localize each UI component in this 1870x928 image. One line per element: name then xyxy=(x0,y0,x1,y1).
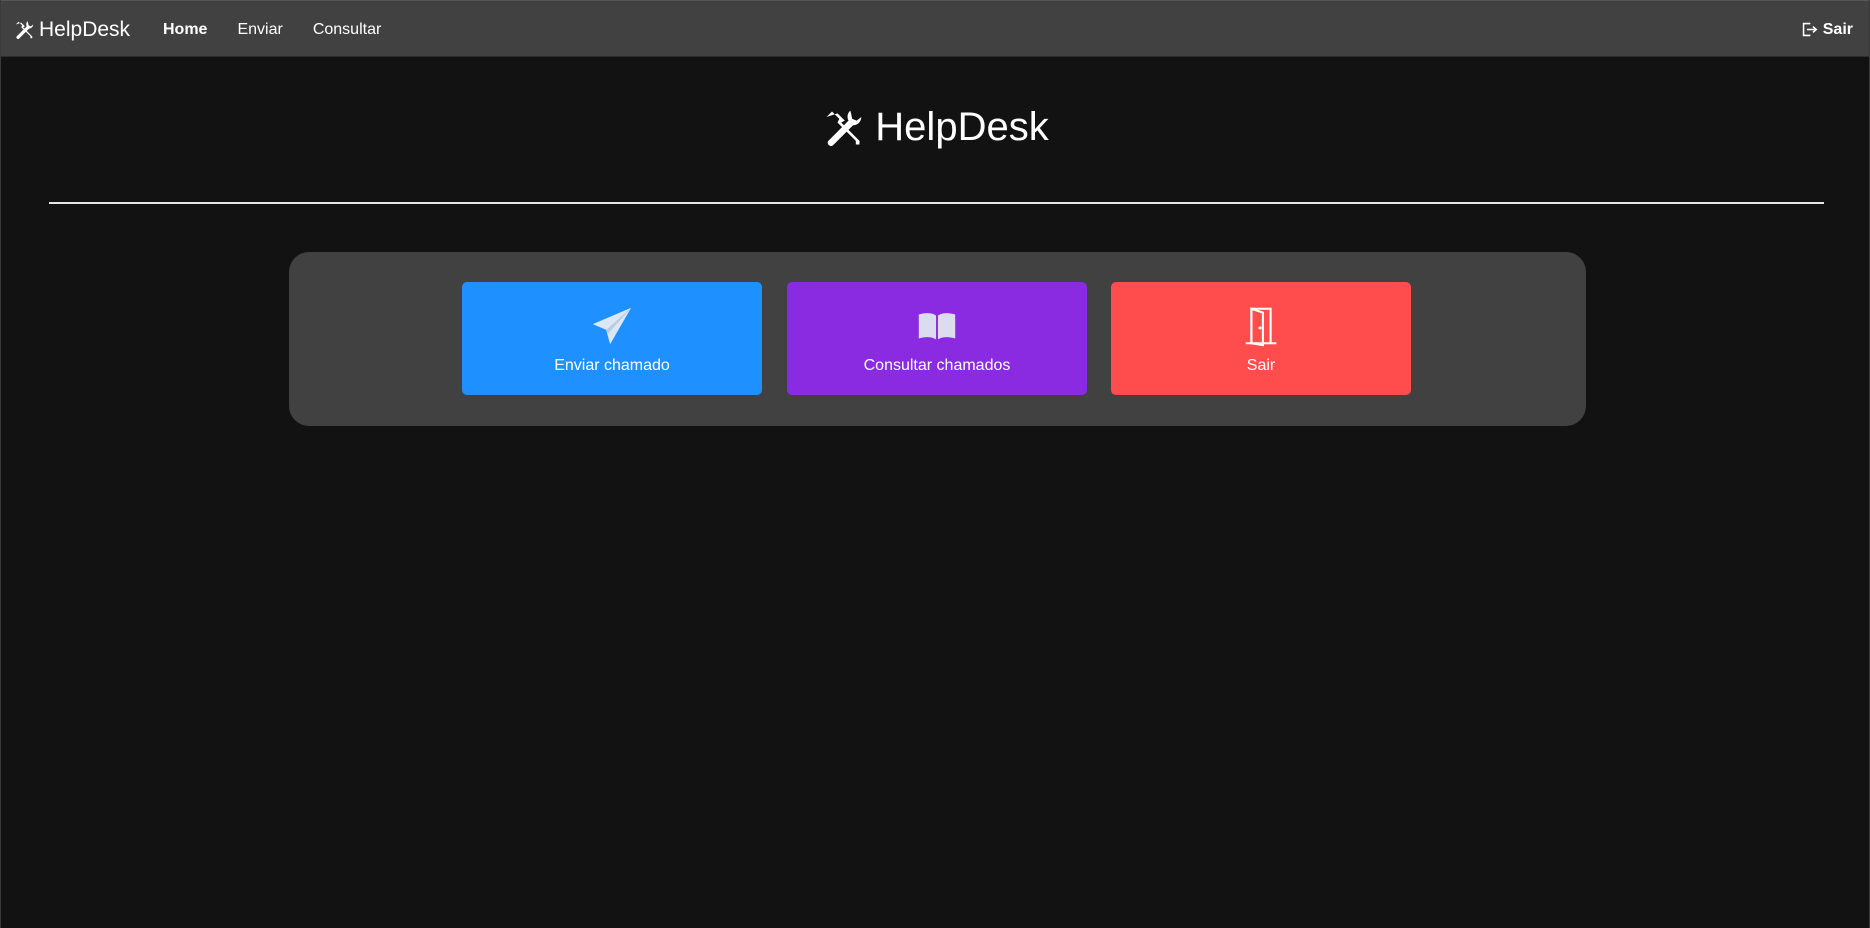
view-tickets-button[interactable]: Consultar chamados xyxy=(787,282,1087,395)
exit-button[interactable]: Sair xyxy=(1111,282,1411,395)
nav-link-home[interactable]: Home xyxy=(148,21,222,39)
view-tickets-label: Consultar chamados xyxy=(863,356,1011,374)
send-ticket-label: Enviar chamado xyxy=(554,356,670,374)
sign-out-icon xyxy=(1801,21,1818,38)
nav-links: Home Enviar Consultar xyxy=(148,1,396,58)
nav-link-enviar[interactable]: Enviar xyxy=(222,21,297,39)
send-ticket-button[interactable]: Enviar chamado xyxy=(462,282,762,395)
page-title: HelpDesk xyxy=(875,105,1049,149)
top-navbar: HelpDesk Home Enviar Consultar Sair xyxy=(1,0,1869,57)
door-open-icon xyxy=(1238,303,1284,357)
page-header: HelpDesk xyxy=(1,105,1869,150)
tools-icon xyxy=(13,19,35,41)
actions-panel: Enviar chamado Consultar chamados Sair xyxy=(289,252,1586,426)
nav-link-consultar[interactable]: Consultar xyxy=(298,21,396,39)
logout-label: Sair xyxy=(1822,20,1853,38)
exit-label: Sair xyxy=(1246,356,1276,374)
brand-link[interactable]: HelpDesk xyxy=(13,1,130,58)
app-window: HelpDesk Home Enviar Consultar Sair Help… xyxy=(0,0,1870,928)
logout-button[interactable]: Sair xyxy=(1801,1,1853,58)
paper-plane-icon xyxy=(589,303,635,357)
book-open-icon xyxy=(914,303,960,357)
tools-icon xyxy=(821,106,865,150)
brand-label: HelpDesk xyxy=(39,17,131,41)
header-divider xyxy=(49,202,1824,204)
